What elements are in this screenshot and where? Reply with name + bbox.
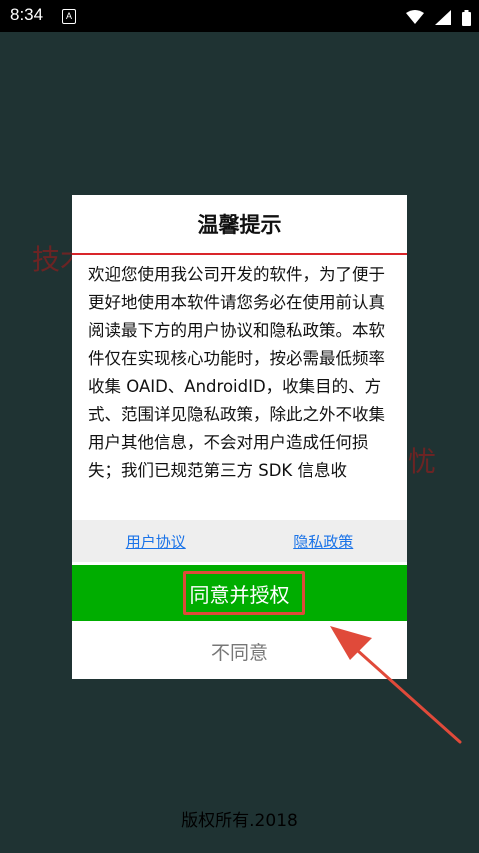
status-time: 8:34 (10, 5, 44, 24)
policy-links-row: 用户协议 隐私政策 (72, 520, 407, 562)
dialog-message: 欢迎您使用我公司开发的软件，为了便于更好地使用本软件请您务必在使用前认真阅读最下… (88, 265, 385, 480)
dialog-title: 温馨提示 (197, 213, 282, 237)
privacy-policy-link[interactable]: 隐私政策 (240, 531, 408, 552)
user-agreement-link[interactable]: 用户协议 (72, 531, 240, 552)
notification-icon: A (62, 9, 76, 24)
copyright-text: 版权所有.2018 (181, 811, 298, 831)
app-screen: 8:34 A 技术 忧 温馨提示 欢迎您使用我公司开发的软件，为了便于更好地使用… (0, 0, 479, 853)
status-icons (400, 7, 471, 26)
privacy-dialog: 温馨提示 欢迎您使用我公司开发的软件，为了便于更好地使用本软件请您务必在使用前认… (72, 195, 407, 679)
agree-button-label: 同意并授权 (189, 582, 290, 607)
agree-button[interactable]: 同意并授权 (72, 565, 407, 621)
status-bar: 8:34 A (0, 0, 479, 32)
wifi-icon (405, 10, 424, 24)
dialog-body-scroll[interactable]: 欢迎您使用我公司开发的软件，为了便于更好地使用本软件请您务必在使用前认真阅读最下… (72, 255, 407, 520)
dialog-header: 温馨提示 (72, 195, 407, 255)
annotation-arrow-icon (330, 626, 462, 744)
disagree-button-label: 不同意 (210, 641, 268, 664)
background-text-right: 忧 (408, 445, 437, 478)
battery-icon (462, 9, 471, 26)
signal-icon (434, 10, 451, 25)
